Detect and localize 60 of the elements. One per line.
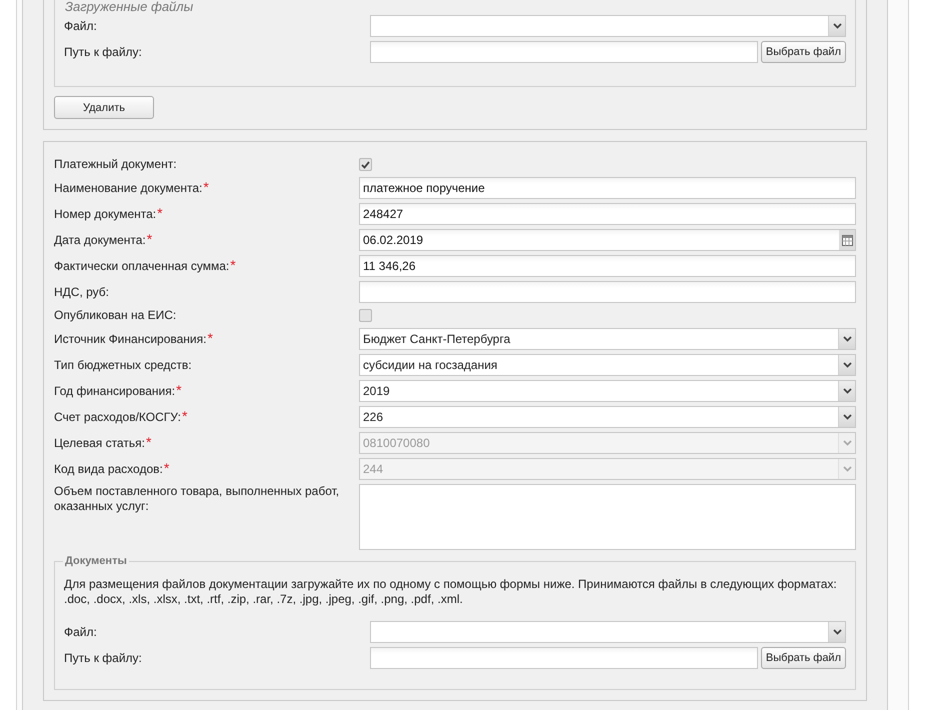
required-mark: * bbox=[164, 462, 170, 474]
field-label: Фактически оплаченная сумма: bbox=[54, 258, 230, 274]
file-path-field[interactable] bbox=[370, 41, 758, 63]
chevron-down-icon bbox=[842, 440, 852, 446]
delete-button[interactable]: Удалить bbox=[54, 96, 154, 119]
text-area[interactable] bbox=[359, 484, 856, 550]
choose-file-button[interactable]: Выбрать файл bbox=[760, 647, 846, 669]
check-icon bbox=[361, 160, 370, 168]
field-label: Год финансирования: bbox=[54, 384, 176, 398]
field-label: Платежный документ: bbox=[54, 157, 177, 172]
required-mark: * bbox=[146, 436, 152, 448]
chevron-down-icon bbox=[842, 466, 852, 472]
dropdown[interactable]: 2019 bbox=[359, 380, 856, 402]
field-label: НДС, руб: bbox=[54, 284, 110, 300]
calendar-button[interactable] bbox=[839, 230, 855, 250]
required-mark: * bbox=[230, 258, 236, 272]
field-label: Источник Финансирования: bbox=[54, 332, 206, 346]
field-label: Целевая статья: bbox=[54, 436, 145, 450]
dropdown[interactable]: Бюджет Санкт-Петербурга bbox=[359, 328, 856, 350]
chevron-down-icon bbox=[842, 336, 852, 342]
text-field[interactable]: платежное поручение bbox=[359, 177, 856, 199]
text-field[interactable] bbox=[359, 281, 856, 303]
date-field[interactable]: 06.02.2019 bbox=[359, 229, 856, 251]
dropdown[interactable]: субсидии на госзадания bbox=[359, 354, 856, 376]
field-label: Тип бюджетных средств: bbox=[54, 358, 192, 372]
field-label: Файл: bbox=[64, 18, 97, 34]
fieldset-legend: Документы bbox=[63, 555, 129, 567]
required-mark: * bbox=[207, 332, 213, 344]
chevron-down-icon bbox=[842, 362, 852, 368]
text-field[interactable]: 248427 bbox=[359, 203, 856, 225]
chevron-down-icon bbox=[842, 414, 852, 420]
required-mark: * bbox=[203, 180, 209, 194]
required-mark: * bbox=[157, 206, 163, 220]
field-label: Счет расходов/КОСГУ: bbox=[54, 410, 181, 424]
chevron-down-icon bbox=[832, 23, 842, 29]
checkbox[interactable] bbox=[359, 309, 372, 322]
chevron-down-icon bbox=[832, 629, 842, 635]
field-label: Наименование документа: bbox=[54, 180, 202, 196]
chevron-down-icon bbox=[842, 388, 852, 394]
choose-file-button[interactable]: Выбрать файл bbox=[760, 41, 846, 63]
dropdown[interactable]: 226 bbox=[359, 406, 856, 428]
checkbox[interactable] bbox=[359, 158, 372, 171]
field-label: Файл: bbox=[64, 624, 97, 640]
field-label: Номер документа: bbox=[54, 206, 156, 222]
file-path-field[interactable] bbox=[370, 647, 758, 669]
field-label: Путь к файлу: bbox=[64, 44, 142, 60]
calendar-icon bbox=[842, 234, 852, 246]
dropdown[interactable] bbox=[370, 621, 846, 643]
required-mark: * bbox=[146, 232, 152, 246]
fieldset-legend: Загруженные файлы bbox=[63, 0, 196, 13]
required-mark: * bbox=[182, 410, 188, 422]
field-label: Объем поставленного товара, выполненных работ, оказанных услуг: bbox=[54, 484, 340, 514]
text-field[interactable]: 11 346,26 bbox=[359, 255, 856, 277]
field-label: Код вида расходов: bbox=[54, 462, 163, 476]
field-label: Дата документа: bbox=[54, 232, 146, 248]
required-mark: * bbox=[176, 384, 182, 396]
field-label: Опубликован на ЕИС: bbox=[54, 308, 176, 323]
field-label: Путь к файлу: bbox=[64, 650, 142, 666]
dropdown[interactable] bbox=[370, 15, 846, 37]
instructions-text: Для размещения файлов документации загружайте их по одному с помощью формы ниже. Принимаются файлы в следующих форматах: .doc, .docx, .xls, .xlsx, .txt, .rtf, .zip, .rar, .7z, .jpg, .jpeg, .gif, .png, .pdf, .xml. bbox=[64, 577, 838, 607]
